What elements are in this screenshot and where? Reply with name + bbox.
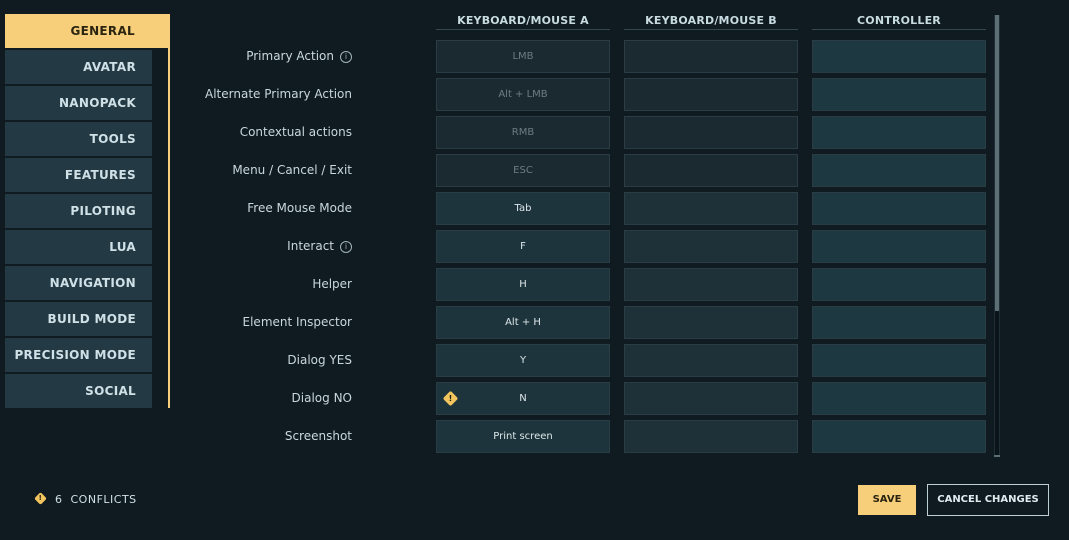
- binding-cell-primary-action-controller[interactable]: [812, 40, 986, 73]
- binding-label-primary-action: Primary Action i: [52, 40, 352, 72]
- binding-label-interact: Interact i: [52, 230, 352, 262]
- binding-label-screenshot: Screenshot: [284, 429, 352, 443]
- binding-cell-dialog-no-b[interactable]: [624, 382, 798, 415]
- binding-cell-primary-action-a[interactable]: LMB: [436, 40, 610, 73]
- binding-label-dialog-no: Dialog NO: [291, 391, 352, 405]
- scrollbar-thumb[interactable]: [995, 15, 999, 311]
- binding-cell-dialog-no-controller[interactable]: [812, 382, 986, 415]
- binding-cell-dialog-yes-a[interactable]: Y: [436, 344, 610, 377]
- binding-cell-contextual-actions-a[interactable]: RMB: [436, 116, 610, 149]
- binding-label-helper: Helper: [312, 277, 352, 291]
- binding-cell-element-inspector-a[interactable]: Alt + H: [436, 306, 610, 339]
- column-header-keyboard-mouse-b: KEYBOARD/MOUSE B: [645, 14, 777, 27]
- scrollbar-end-cap: [994, 455, 1000, 457]
- binding-cell-alternate-primary-action-controller[interactable]: [812, 78, 986, 111]
- binding-label-text: Primary Action: [246, 49, 334, 63]
- warning-icon: !: [34, 492, 47, 505]
- header-divider: [812, 29, 986, 30]
- binding-cell-free-mouse-mode-controller[interactable]: [812, 192, 986, 225]
- binding-label-alternate-primary-action: Alternate Primary Action: [205, 87, 352, 101]
- binding-label-element-inspector: Element Inspector: [242, 315, 352, 329]
- save-button[interactable]: SAVE: [858, 485, 916, 515]
- conflicts-count: 6: [55, 493, 63, 506]
- binding-label-dialog-yes: Dialog YES: [287, 353, 352, 367]
- binding-cell-alternate-primary-action-b[interactable]: [624, 78, 798, 111]
- binding-cell-interact-a[interactable]: F: [436, 230, 610, 263]
- warning-icon: !: [442, 390, 459, 407]
- info-icon[interactable]: i: [340, 51, 352, 63]
- binding-cell-element-inspector-b[interactable]: [624, 306, 798, 339]
- conflicts-summary: ! 6 CONFLICTS: [34, 492, 137, 508]
- binding-cell-contextual-actions-b[interactable]: [624, 116, 798, 149]
- info-icon[interactable]: i: [340, 241, 352, 253]
- binding-cell-interact-controller[interactable]: [812, 230, 986, 263]
- cancel-changes-button[interactable]: CANCEL CHANGES: [927, 484, 1049, 516]
- binding-cell-dialog-yes-controller[interactable]: [812, 344, 986, 377]
- binding-cell-free-mouse-mode-b[interactable]: [624, 192, 798, 225]
- binding-cell-screenshot-b[interactable]: [624, 420, 798, 453]
- binding-cell-helper-a[interactable]: H: [436, 268, 610, 301]
- conflicts-label: CONFLICTS: [70, 493, 137, 506]
- binding-cell-interact-b[interactable]: [624, 230, 798, 263]
- binding-label-contextual-actions: Contextual actions: [239, 125, 352, 139]
- binding-cell-primary-action-b[interactable]: [624, 40, 798, 73]
- column-header-controller: CONTROLLER: [857, 14, 941, 27]
- column-header-keyboard-mouse-a: KEYBOARD/MOUSE A: [457, 14, 589, 27]
- binding-label-text: Interact: [287, 239, 334, 253]
- binding-cell-menu-cancel-exit-controller[interactable]: [812, 154, 986, 187]
- binding-cell-screenshot-controller[interactable]: [812, 420, 986, 453]
- binding-cell-helper-b[interactable]: [624, 268, 798, 301]
- keybindings-settings-screen: GENERAL AVATAR NANOPACK TOOLS FEATURES P…: [0, 0, 1069, 540]
- binding-cell-menu-cancel-exit-a[interactable]: ESC: [436, 154, 610, 187]
- binding-key-text: N: [519, 393, 527, 404]
- binding-cell-dialog-yes-b[interactable]: [624, 344, 798, 377]
- binding-label-free-mouse-mode: Free Mouse Mode: [247, 201, 352, 215]
- binding-cell-helper-controller[interactable]: [812, 268, 986, 301]
- header-divider: [624, 29, 798, 30]
- binding-cell-screenshot-a[interactable]: Print screen: [436, 420, 610, 453]
- binding-label-menu-cancel-exit: Menu / Cancel / Exit: [232, 163, 352, 177]
- binding-cell-alternate-primary-action-a[interactable]: Alt + LMB: [436, 78, 610, 111]
- header-divider: [436, 29, 610, 30]
- binding-cell-dialog-no-a[interactable]: ! N: [436, 382, 610, 415]
- binding-cell-free-mouse-mode-a[interactable]: Tab: [436, 192, 610, 225]
- binding-cell-menu-cancel-exit-b[interactable]: [624, 154, 798, 187]
- binding-cell-contextual-actions-controller[interactable]: [812, 116, 986, 149]
- binding-cell-element-inspector-controller[interactable]: [812, 306, 986, 339]
